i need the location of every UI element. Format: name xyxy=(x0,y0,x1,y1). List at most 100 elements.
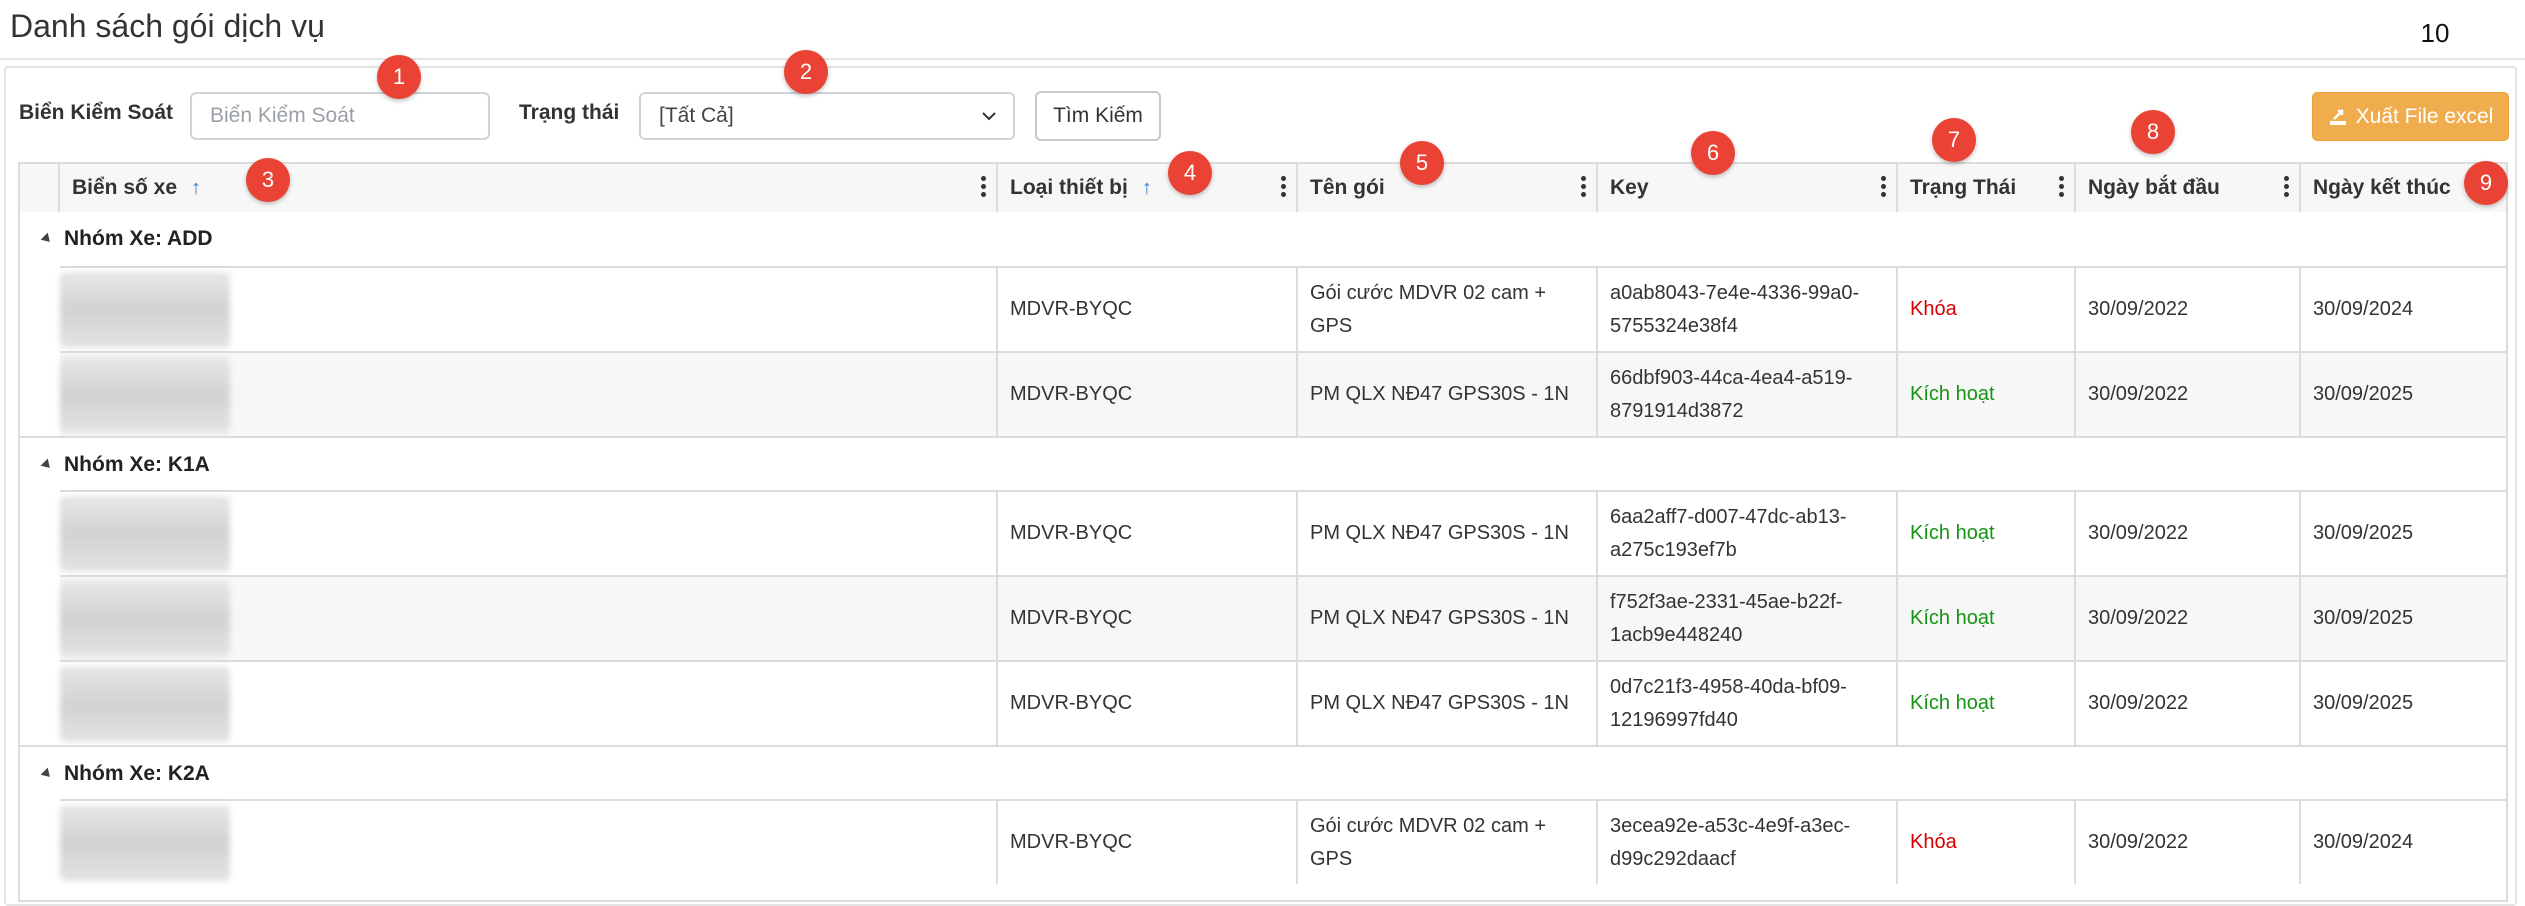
table-row[interactable]: MDVR-BYQC Gói cước MDVR 02 cam + GPS 3ec… xyxy=(60,799,2506,884)
group-label: Nhóm Xe: K2A xyxy=(64,762,210,785)
plate-cell xyxy=(60,577,998,660)
table-row[interactable]: MDVR-BYQC Gói cước MDVR 02 cam + GPS a0a… xyxy=(60,266,2506,351)
device-cell: MDVR-BYQC xyxy=(998,577,1298,660)
end-date-cell: 30/09/2024 xyxy=(2313,298,2414,320)
key-cell: f752f3ae-2331-45ae-b22f-1acb9e448240 xyxy=(1598,577,1898,660)
table-row[interactable]: MDVR-BYQC PM QLX NĐ47 GPS30S - 1N f752f3… xyxy=(60,575,2506,660)
start-date-cell: 30/09/2022 xyxy=(2076,577,2301,660)
redacted-plate xyxy=(60,357,230,433)
start-date-cell: 30/09/2022 xyxy=(2076,492,2301,575)
group-row[interactable]: Nhóm Xe: K2A xyxy=(20,745,2506,801)
end-date-cell: 30/09/2025 xyxy=(2313,383,2414,405)
status-cell: Kích hoạt xyxy=(1898,662,2076,745)
table-row[interactable]: MDVR-BYQC PM QLX NĐ47 GPS30S - 1N 0d7c21… xyxy=(60,660,2506,745)
column-status[interactable]: Trạng Thái xyxy=(1898,164,2076,212)
annotation-marker: 5 xyxy=(1400,141,1444,185)
start-date-cell: 30/09/2022 xyxy=(2076,353,2301,436)
package-cell: PM QLX NĐ47 GPS30S - 1N xyxy=(1298,662,1598,745)
status-cell: Kích hoạt xyxy=(1898,577,2076,660)
plate-cell xyxy=(60,268,998,351)
group-row[interactable]: Nhóm Xe: ADD xyxy=(20,212,2506,266)
redacted-plate xyxy=(60,805,230,881)
end-date-cell: 30/09/2025 xyxy=(2313,692,2414,714)
redacted-plate xyxy=(60,666,230,742)
annotation-marker: 1 xyxy=(377,55,421,99)
column-device-type[interactable]: Loại thiết bị ↑ xyxy=(998,164,1298,212)
package-cell: Gói cước MDVR 02 cam + GPS xyxy=(1298,801,1598,884)
annotation-marker: 10 xyxy=(2420,17,2450,48)
column-menu-icon[interactable] xyxy=(2058,176,2064,200)
device-cell: MDVR-BYQC xyxy=(998,268,1298,351)
device-cell: MDVR-BYQC xyxy=(998,662,1298,745)
column-key[interactable]: Key xyxy=(1598,164,1898,212)
plate-label: Biển Kiểm Soát xyxy=(19,101,174,124)
redacted-plate xyxy=(60,581,230,657)
annotation-marker: 9 xyxy=(2464,161,2508,205)
collapse-triangle-icon[interactable] xyxy=(40,458,54,472)
collapse-triangle-icon[interactable] xyxy=(40,232,54,246)
annotation-marker: 4 xyxy=(1168,151,1212,195)
page-title: Danh sách gói dịch vụ xyxy=(10,8,325,44)
key-cell: 0d7c21f3-4958-40da-bf09-12196997fd40 xyxy=(1598,662,1898,745)
end-date-cell: 30/09/2025 xyxy=(2313,522,2414,544)
key-cell: a0ab8043-7e4e-4336-99a0-5755324e38f4 xyxy=(1598,268,1898,351)
package-cell: Gói cước MDVR 02 cam + GPS xyxy=(1298,268,1598,351)
collapse-triangle-icon[interactable] xyxy=(40,767,54,781)
plate-cell xyxy=(60,353,998,436)
group-row[interactable]: Nhóm Xe: K1A xyxy=(20,436,2506,492)
plate-input[interactable] xyxy=(190,92,490,140)
column-menu-icon[interactable] xyxy=(980,176,986,200)
column-device-type-label: Loại thiết bị xyxy=(1010,176,1128,199)
sort-asc-icon: ↑ xyxy=(1141,176,1152,199)
status-select-value: [Tất Cả] xyxy=(659,104,734,127)
column-menu-icon[interactable] xyxy=(2283,176,2289,200)
column-package-name-label: Tên gói xyxy=(1310,176,1385,199)
export-icon xyxy=(2329,109,2346,125)
annotation-marker: 2 xyxy=(784,50,828,94)
plate-cell xyxy=(60,662,998,745)
column-menu-icon[interactable] xyxy=(1280,176,1286,200)
search-button[interactable]: Tìm Kiếm xyxy=(1035,91,1161,141)
annotation-marker: 6 xyxy=(1691,131,1735,175)
package-cell: PM QLX NĐ47 GPS30S - 1N xyxy=(1298,353,1598,436)
key-cell: 3ecea92e-a53c-4e9f-a3ec-d99c292daacf xyxy=(1598,801,1898,884)
grid-header: Biển số xe ↑ Loại thiết bị ↑ Tên gói Key… xyxy=(20,164,2506,214)
column-start-date-label: Ngày bắt đầu xyxy=(2088,176,2220,199)
column-key-label: Key xyxy=(1610,176,1649,199)
table-row[interactable]: MDVR-BYQC PM QLX NĐ47 GPS30S - 1N 6aa2af… xyxy=(60,490,2506,575)
column-status-label: Trạng Thái xyxy=(1910,176,2017,199)
column-start-date[interactable]: Ngày bắt đầu xyxy=(2076,164,2301,212)
plate-cell xyxy=(60,801,998,884)
column-menu-icon[interactable] xyxy=(1880,176,1886,200)
start-date-cell: 30/09/2022 xyxy=(2076,801,2301,884)
table-row[interactable]: MDVR-BYQC PM QLX NĐ47 GPS30S - 1N 66dbf9… xyxy=(60,351,2506,436)
status-cell: Khóa xyxy=(1898,801,2076,884)
group-label: Nhóm Xe: K1A xyxy=(64,453,210,476)
column-package-name[interactable]: Tên gói xyxy=(1298,164,1598,212)
annotation-marker: 3 xyxy=(246,158,290,202)
export-excel-label: Xuất File excel xyxy=(2355,104,2494,128)
start-date-cell: 30/09/2022 xyxy=(2076,662,2301,745)
title-divider xyxy=(0,58,2525,60)
packages-grid: Biển số xe ↑ Loại thiết bị ↑ Tên gói Key… xyxy=(18,162,2508,902)
status-cell: Kích hoạt xyxy=(1898,353,2076,436)
export-excel-button[interactable]: Xuất File excel xyxy=(2312,92,2509,141)
annotation-marker: 8 xyxy=(2131,110,2175,154)
group-label: Nhóm Xe: ADD xyxy=(64,227,213,250)
status-select[interactable]: [Tất Cả] xyxy=(639,92,1015,140)
column-plate[interactable]: Biển số xe ↑ xyxy=(60,164,998,212)
chevron-down-icon xyxy=(982,112,996,121)
end-date-cell: 30/09/2025 xyxy=(2313,607,2414,629)
device-cell: MDVR-BYQC xyxy=(998,801,1298,884)
redacted-plate xyxy=(60,272,230,348)
plate-cell xyxy=(60,492,998,575)
device-cell: MDVR-BYQC xyxy=(998,492,1298,575)
sort-asc-icon: ↑ xyxy=(191,176,202,199)
key-cell: 6aa2aff7-d007-47dc-ab13-a275c193ef7b xyxy=(1598,492,1898,575)
column-plate-label: Biển số xe xyxy=(72,176,178,199)
device-cell: MDVR-BYQC xyxy=(998,353,1298,436)
key-cell: 66dbf903-44ca-4ea4-a519-8791914d3872 xyxy=(1598,353,1898,436)
column-menu-icon[interactable] xyxy=(1580,176,1586,200)
group-toggle-column xyxy=(20,164,60,212)
status-cell: Khóa xyxy=(1898,268,2076,351)
